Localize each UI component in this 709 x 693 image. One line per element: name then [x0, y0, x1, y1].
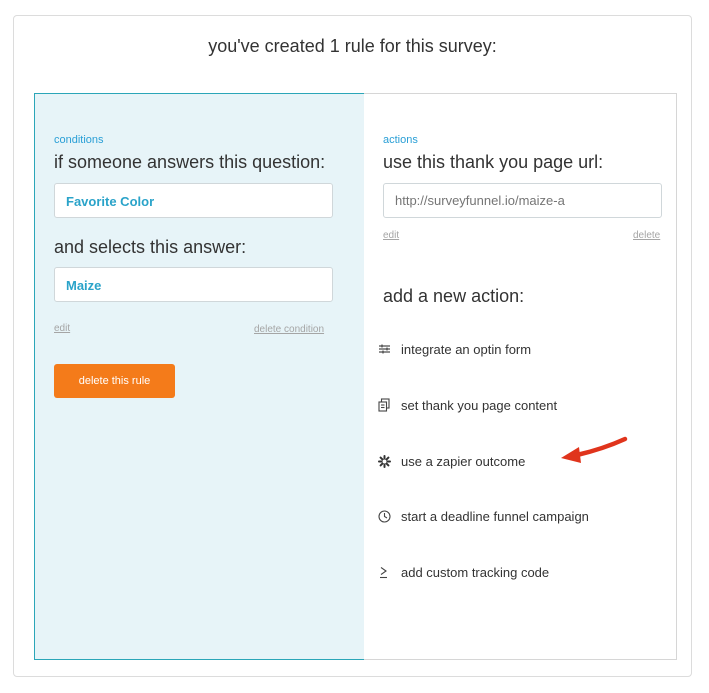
page-title: you've created 1 rule for this survey: [208, 36, 497, 56]
answer-heading: and selects this answer: [54, 237, 247, 257]
action-thank-you-content[interactable]: set thank you page content [377, 394, 557, 416]
action-deadline-funnel[interactable]: start a deadline funnel campaign [377, 505, 589, 527]
clock-icon [377, 509, 391, 523]
rules-card: you've created 1 rule for this survey: c… [13, 15, 692, 677]
conditions-label: conditions [54, 134, 104, 146]
action-label: use a zapier outcome [401, 453, 526, 469]
edit-condition-link[interactable]: edit [54, 323, 70, 334]
action-label: set thank you page content [401, 397, 558, 413]
delete-condition-link[interactable]: delete condition [254, 324, 324, 335]
delete-action-link[interactable]: delete [633, 230, 660, 241]
zapier-icon [377, 454, 391, 468]
action-label: add custom tracking code [401, 564, 550, 580]
actions-label: actions [383, 134, 418, 146]
red-arrow-pointer [561, 436, 628, 463]
action-optin-form[interactable]: integrate an optin form [377, 338, 531, 360]
thank-you-url-input[interactable] [383, 183, 662, 218]
question-select[interactable]: Favorite Color [54, 183, 333, 218]
edit-action-link[interactable]: edit [383, 230, 399, 241]
conditions-panel: conditions if someone answers this quest… [34, 93, 365, 660]
code-icon [377, 565, 391, 579]
action-zapier-outcome[interactable]: use a zapier outcome [377, 450, 525, 472]
sliders-icon [377, 342, 391, 356]
delete-rule-button[interactable]: delete this rule [54, 364, 175, 398]
action-label: integrate an optin form [401, 341, 532, 357]
add-action-heading: add a new action: [383, 286, 525, 306]
answer-select[interactable]: Maize [54, 267, 333, 302]
pages-icon [377, 398, 391, 412]
question-heading: if someone answers this question: [54, 152, 326, 172]
action-label: start a deadline funnel campaign [401, 508, 589, 524]
actions-panel: actions use this thank you page url: edi… [364, 93, 677, 660]
thank-you-heading: use this thank you page url: [383, 152, 604, 172]
action-custom-tracking[interactable]: add custom tracking code [377, 561, 549, 583]
